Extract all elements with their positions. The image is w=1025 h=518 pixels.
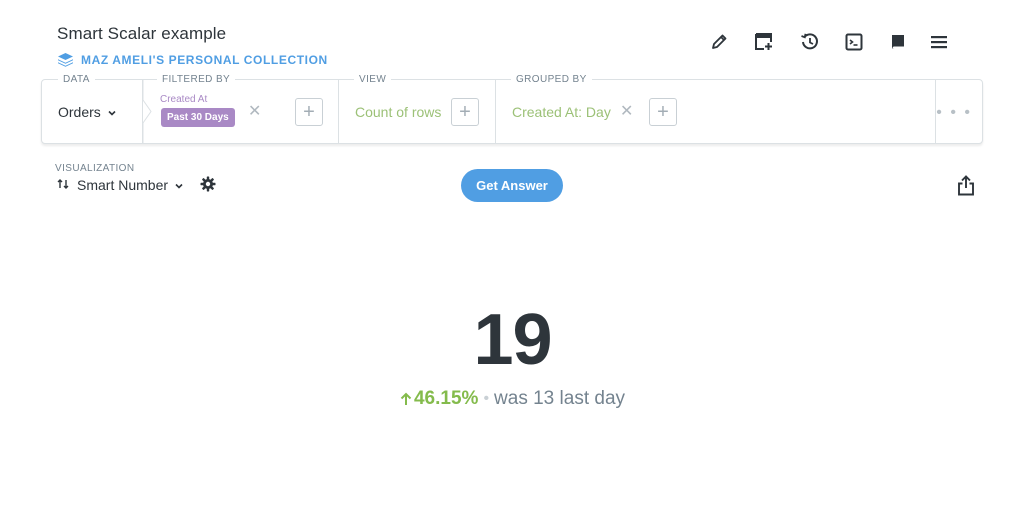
more-options-button[interactable]: • • • (936, 104, 972, 122)
add-to-dashboard-icon[interactable] (753, 31, 775, 53)
visualization-label: VISUALIZATION (55, 163, 135, 174)
remove-filter-icon[interactable]: ✕ (248, 104, 261, 120)
visualization-type-label: Smart Number (77, 177, 169, 193)
share-icon[interactable] (957, 175, 975, 201)
scalar-value: 19 (473, 300, 552, 380)
pencil-icon[interactable] (708, 31, 730, 53)
get-answer-button[interactable]: Get Answer (461, 169, 563, 202)
remove-breakout-icon[interactable]: ✕ (620, 104, 633, 120)
arrow-up-icon (400, 392, 412, 405)
filter-section: Created At Past 30 Days ✕ + (143, 80, 339, 143)
data-section-label: DATA (58, 74, 95, 85)
section-divider (338, 80, 339, 143)
data-source-label: Orders (58, 104, 101, 120)
sql-console-icon[interactable] (843, 31, 865, 53)
section-divider (495, 80, 496, 143)
data-source-select[interactable]: Orders (58, 104, 117, 120)
section-arrow-icon (143, 80, 152, 143)
history-icon[interactable] (799, 31, 821, 53)
group-by-breakout[interactable]: Created At: Day (512, 104, 611, 120)
query-builder: DATA FILTERED BY VIEW GROUPED BY Orders … (41, 74, 983, 144)
chevron-down-icon (174, 177, 184, 193)
group-section-label: GROUPED BY (511, 74, 592, 85)
scalar-comparison: 46.15% • was 13 last day (0, 388, 1025, 410)
collection-stack-icon (57, 52, 74, 67)
add-filter-button[interactable]: + (295, 98, 323, 126)
add-breakout-button[interactable]: + (649, 98, 677, 126)
reference-book-icon[interactable] (887, 31, 909, 53)
visualization-type-select[interactable]: Smart Number (57, 177, 184, 193)
view-section-label: VIEW (354, 74, 392, 85)
menu-icon[interactable] (928, 31, 950, 53)
change-percent: 46.15% (413, 388, 479, 409)
collection-breadcrumb[interactable]: MAZ AMELI'S PERSONAL COLLECTION (57, 52, 328, 67)
page-title: Smart Scalar example (57, 24, 227, 43)
filter-field-label: Created At (160, 94, 208, 105)
collection-label: MAZ AMELI'S PERSONAL COLLECTION (81, 52, 328, 67)
change-indicator: 46.15% (400, 388, 478, 410)
view-aggregation[interactable]: Count of rows (355, 104, 441, 120)
chevron-down-icon (107, 104, 117, 120)
previous-value-text: was 13 last day (494, 388, 626, 409)
filter-value-pill[interactable]: Past 30 Days (161, 108, 235, 127)
add-aggregation-button[interactable]: + (451, 98, 479, 126)
separator-dot: • (483, 390, 490, 407)
gear-icon[interactable] (200, 176, 216, 197)
smart-number-icon (57, 177, 71, 193)
